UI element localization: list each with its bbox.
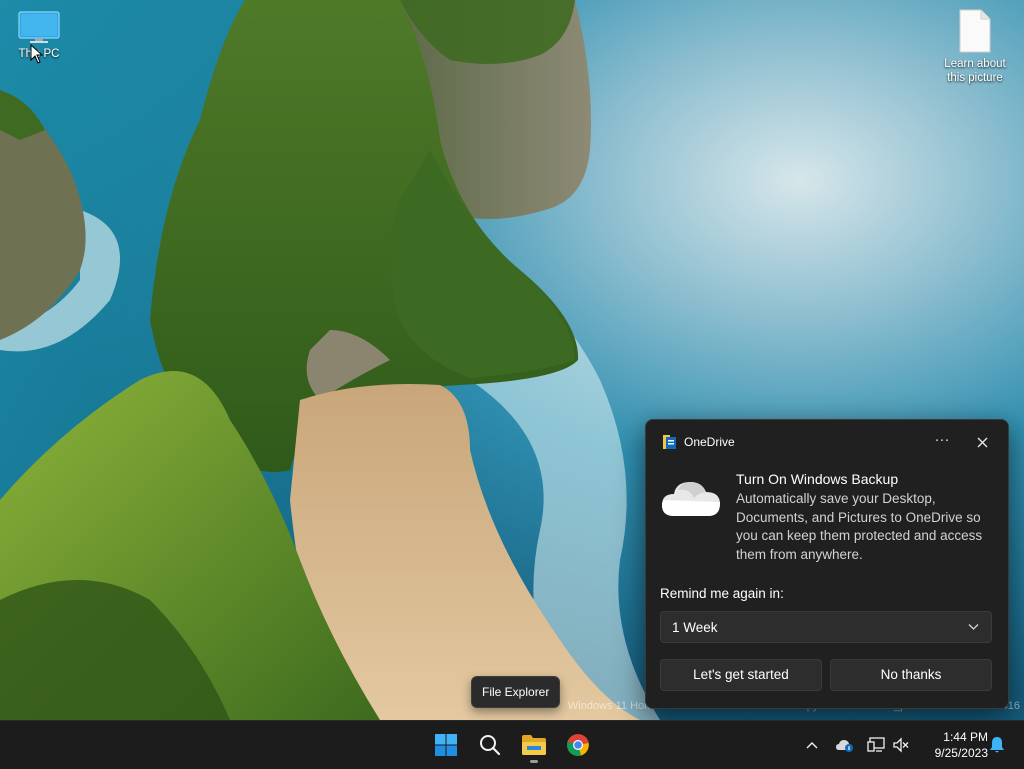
monitor-icon [18,11,60,43]
close-icon [977,437,987,447]
toast-body: Automatically save your Desktop, Documen… [736,491,983,562]
taskbar-tooltip: File Explorer [471,676,561,708]
windows-logo-icon [435,734,457,756]
remind-interval-value: 1 Week [672,620,718,635]
chrome-icon [567,734,589,756]
clock[interactable]: 1:44 PM 9/25/2023 [920,729,988,761]
clock-time: 1:44 PM [943,730,988,744]
onedrive-icon [836,740,853,752]
show-hidden-icons-button[interactable] [801,733,823,757]
onedrive-notification-toast: OneDrive ··· Turn On Windows Backup Auto… [645,419,1009,709]
notification-center-button[interactable] [986,733,1008,757]
running-indicator [530,760,538,763]
search-button[interactable] [470,725,510,765]
remind-label: Remind me again in: [660,586,784,601]
file-explorer-button[interactable] [514,725,554,765]
onedrive-tray-button[interactable] [834,733,856,757]
onedrive-app-icon [663,435,676,449]
more-options-button[interactable]: ··· [928,430,956,454]
close-button[interactable] [968,430,996,454]
folder-icon [522,735,546,755]
toast-app-name: OneDrive [684,435,735,449]
volume-tray-button[interactable] [890,733,912,757]
toast-title: Turn On Windows Backup [736,471,899,487]
network-tray-button[interactable] [865,733,887,757]
volume-muted-icon [893,737,909,753]
taskbar: 1:44 PM 9/25/2023 [0,720,1024,769]
no-thanks-button[interactable]: No thanks [830,659,992,691]
start-button[interactable] [426,725,466,765]
notification-bell-icon [990,737,1004,753]
remind-interval-select[interactable]: 1 Week [660,611,992,643]
desktop-icon-learn-about-picture[interactable]: Learn about this picture [938,8,1012,85]
mouse-cursor-icon [30,44,44,64]
cloud-icon [662,482,720,516]
document-icon [959,9,991,53]
clock-date: 9/25/2023 [934,746,988,760]
network-icon [867,737,885,752]
chevron-up-icon [806,742,818,749]
desktop-icon-label: Learn about this picture [944,58,1006,84]
chrome-button[interactable] [558,725,598,765]
search-icon [480,735,501,756]
chevron-down-icon [968,624,979,630]
lets-get-started-button[interactable]: Let's get started [660,659,822,691]
